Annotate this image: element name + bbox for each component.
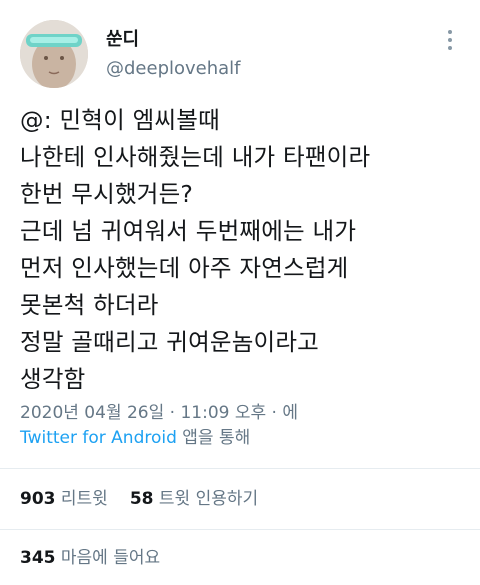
tweet-stats: 903 리트윗 58 트윗 인용하기 [20, 487, 258, 511]
author-names: 쑨디 @deeplovehalf [106, 28, 241, 82]
tweet-line: 못본척 하더라 [20, 291, 159, 319]
tweet-line: 한번 무시했거든? [20, 180, 194, 208]
user-handle[interactable]: @deeplovehalf [106, 56, 241, 82]
tweet-timestamp[interactable]: 2020년 04월 26일 · 11:09 오후 · 에 [20, 401, 298, 425]
retweets-stat[interactable]: 903 리트윗 [20, 489, 108, 509]
retweets-count: 903 [20, 489, 56, 509]
likes-label: 마음에 들어요 [60, 548, 161, 568]
tweet-line: 근데 넘 귀여워서 두번째에는 내가 [20, 217, 357, 245]
tweet-source-row: Twitter for Android 앱을 통해 [20, 426, 250, 450]
avatar-image [20, 20, 88, 88]
tweet-source-link[interactable]: Twitter for Android [20, 428, 177, 448]
tweet-line: @: 민혁이 엠씨볼때 [20, 106, 220, 134]
tweet-line: 먼저 인사했는데 아주 자연스럽게 [20, 254, 349, 282]
tweet-header: 쑨디 @deeplovehalf [20, 20, 460, 92]
tweet-line: 정말 골때리고 귀여운놈이라고 [20, 328, 319, 356]
quotes-count: 58 [129, 489, 154, 509]
tweet-source-suffix: 앱을 통해 [176, 428, 251, 448]
divider [0, 468, 480, 469]
more-vertical-icon[interactable] [444, 30, 456, 52]
divider [0, 529, 480, 530]
avatar[interactable] [20, 20, 88, 88]
likes-count: 345 [20, 548, 56, 568]
quotes-stat[interactable]: 58 트윗 인용하기 [130, 489, 258, 509]
tweet-line: 나한테 인사해줬는데 내가 타팬이라 [20, 143, 371, 171]
quotes-label: 트윗 인용하기 [158, 489, 259, 509]
tweet-text: @: 민혁이 엠씨볼때 나한테 인사해줬는데 내가 타팬이라 한번 무시했거든?… [20, 102, 465, 398]
display-name[interactable]: 쑨디 [106, 28, 241, 52]
likes-stat[interactable]: 345 마음에 들어요 [20, 546, 160, 570]
tweet-line: 생각함 [20, 365, 86, 393]
tweet-card: 쑨디 @deeplovehalf @: 민혁이 엠씨볼때 나한테 인사해줬는데 … [0, 0, 480, 585]
retweets-label: 리트윗 [60, 489, 108, 509]
